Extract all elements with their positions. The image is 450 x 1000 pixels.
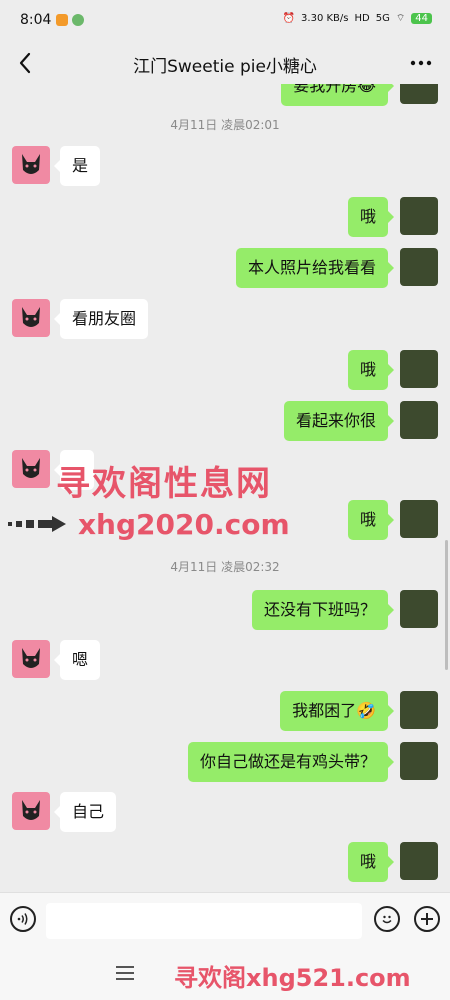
- message-input[interactable]: [46, 903, 362, 939]
- chat-header: 江门Sweetie pie小糖心: [0, 44, 450, 84]
- message-row: 是: [0, 146, 450, 186]
- cat-avatar-icon: [22, 154, 40, 174]
- self-avatar[interactable]: [400, 691, 438, 729]
- alarm-icon: ⏰: [282, 13, 296, 24]
- back-button[interactable]: [10, 46, 40, 80]
- more-icon: [410, 60, 432, 66]
- more-actions-button[interactable]: [414, 906, 440, 932]
- message-row: 我都困了🤣: [0, 691, 450, 731]
- emoji-icon: [382, 915, 392, 924]
- message-bubble[interactable]: 你自己做还是有鸡头带？: [187, 742, 395, 782]
- self-avatar[interactable]: [400, 197, 438, 235]
- message-row: 本人照片给我看看: [0, 248, 450, 288]
- message-bubble[interactable]: 哦: [347, 500, 395, 540]
- more-options-button[interactable]: [404, 46, 438, 80]
- scrollbar[interactable]: [445, 540, 448, 670]
- status-time: 8:04: [20, 12, 52, 28]
- battery-icon: 44: [411, 13, 432, 24]
- arrow-right-icon: [8, 516, 66, 532]
- timestamp: 4月11日 凌晨02:01: [170, 118, 280, 132]
- status-bar: 8:04 ⏰ 3.30 KB/s HD 5G ⌔ 44: [0, 0, 450, 44]
- message-bubble[interactable]: 哦: [347, 350, 395, 390]
- message-row: 自己: [0, 792, 450, 832]
- message-bubble[interactable]: 是: [53, 146, 101, 186]
- self-avatar[interactable]: [400, 84, 438, 104]
- status-indicators: ⏰ 3.30 KB/s HD 5G ⌔ 44: [283, 12, 432, 25]
- contact-avatar[interactable]: [12, 640, 50, 678]
- wifi-icon: ⌔: [395, 13, 406, 24]
- message-bubble[interactable]: 还没有下班吗？: [251, 590, 395, 630]
- message-row: 你自己做还是有鸡头带？: [0, 742, 450, 782]
- system-nav-bar: 寻欢阁xhg521.com: [0, 948, 450, 1000]
- chat-title: 江门Sweetie pie小糖心: [133, 56, 317, 77]
- cat-avatar-icon: [22, 307, 40, 327]
- timestamp: 4月11日 凌晨02:32: [170, 560, 280, 574]
- contact-avatar[interactable]: [12, 299, 50, 337]
- message-bubble[interactable]: 看起来你很: [283, 401, 395, 441]
- input-bar: [0, 892, 450, 949]
- message-bubble[interactable]: 自己: [53, 792, 117, 832]
- menu-icon[interactable]: [116, 966, 134, 980]
- cat-avatar-icon: [22, 800, 40, 820]
- message-bubble[interactable]: 看朋友圈: [53, 299, 149, 339]
- contact-avatar[interactable]: [12, 792, 50, 830]
- message-row: 看起来你很: [0, 401, 450, 441]
- emoji-button[interactable]: [374, 906, 400, 932]
- app-notification-icon: [72, 14, 84, 26]
- message-bubble[interactable]: 我都困了🤣: [280, 691, 394, 731]
- watermark-url: xhg2020.com: [78, 508, 290, 541]
- self-avatar[interactable]: [400, 401, 438, 439]
- message-bubble[interactable]: 要我开房😂: [281, 84, 394, 106]
- message-bubble[interactable]: 哦: [347, 197, 395, 237]
- message-row: 还没有下班吗？: [0, 590, 450, 630]
- net-speed: 3.30 KB/s: [301, 13, 349, 24]
- self-avatar[interactable]: [400, 350, 438, 388]
- cat-avatar-icon: [22, 458, 40, 478]
- self-avatar[interactable]: [400, 590, 438, 628]
- message-bubble[interactable]: 本人照片给我看看: [235, 248, 395, 288]
- plus-icon: [421, 913, 433, 925]
- voice-input-button[interactable]: [10, 906, 36, 932]
- watermark-url: 寻欢阁xhg521.com: [174, 964, 411, 992]
- message-row: 哦: [0, 197, 450, 237]
- message-row: 哦: [0, 350, 450, 390]
- chevron-left-icon: [19, 52, 31, 74]
- signal-icon: 5G: [375, 13, 390, 24]
- app-notification-icon: [56, 14, 68, 26]
- message-row: 要我开房😂: [0, 84, 450, 106]
- self-avatar[interactable]: [400, 500, 438, 538]
- voice-icon: [17, 913, 28, 925]
- message-bubble[interactable]: 嗯: [53, 640, 101, 680]
- self-avatar[interactable]: [400, 248, 438, 286]
- message-bubble[interactable]: 哦: [347, 842, 395, 882]
- watermark-text: 寻欢阁性息网: [56, 464, 272, 504]
- contact-avatar[interactable]: [12, 450, 50, 488]
- message-row: 嗯: [0, 640, 450, 680]
- chat-screen: 8:04 ⏰ 3.30 KB/s HD 5G ⌔ 44 江门Sweetie pi…: [0, 0, 450, 1000]
- message-row: 看朋友圈: [0, 299, 450, 339]
- contact-avatar[interactable]: [12, 146, 50, 184]
- hd-icon: HD: [354, 13, 370, 24]
- self-avatar[interactable]: [400, 742, 438, 780]
- message-row: 哦: [0, 842, 450, 882]
- self-avatar[interactable]: [400, 842, 438, 880]
- cat-avatar-icon: [22, 648, 40, 668]
